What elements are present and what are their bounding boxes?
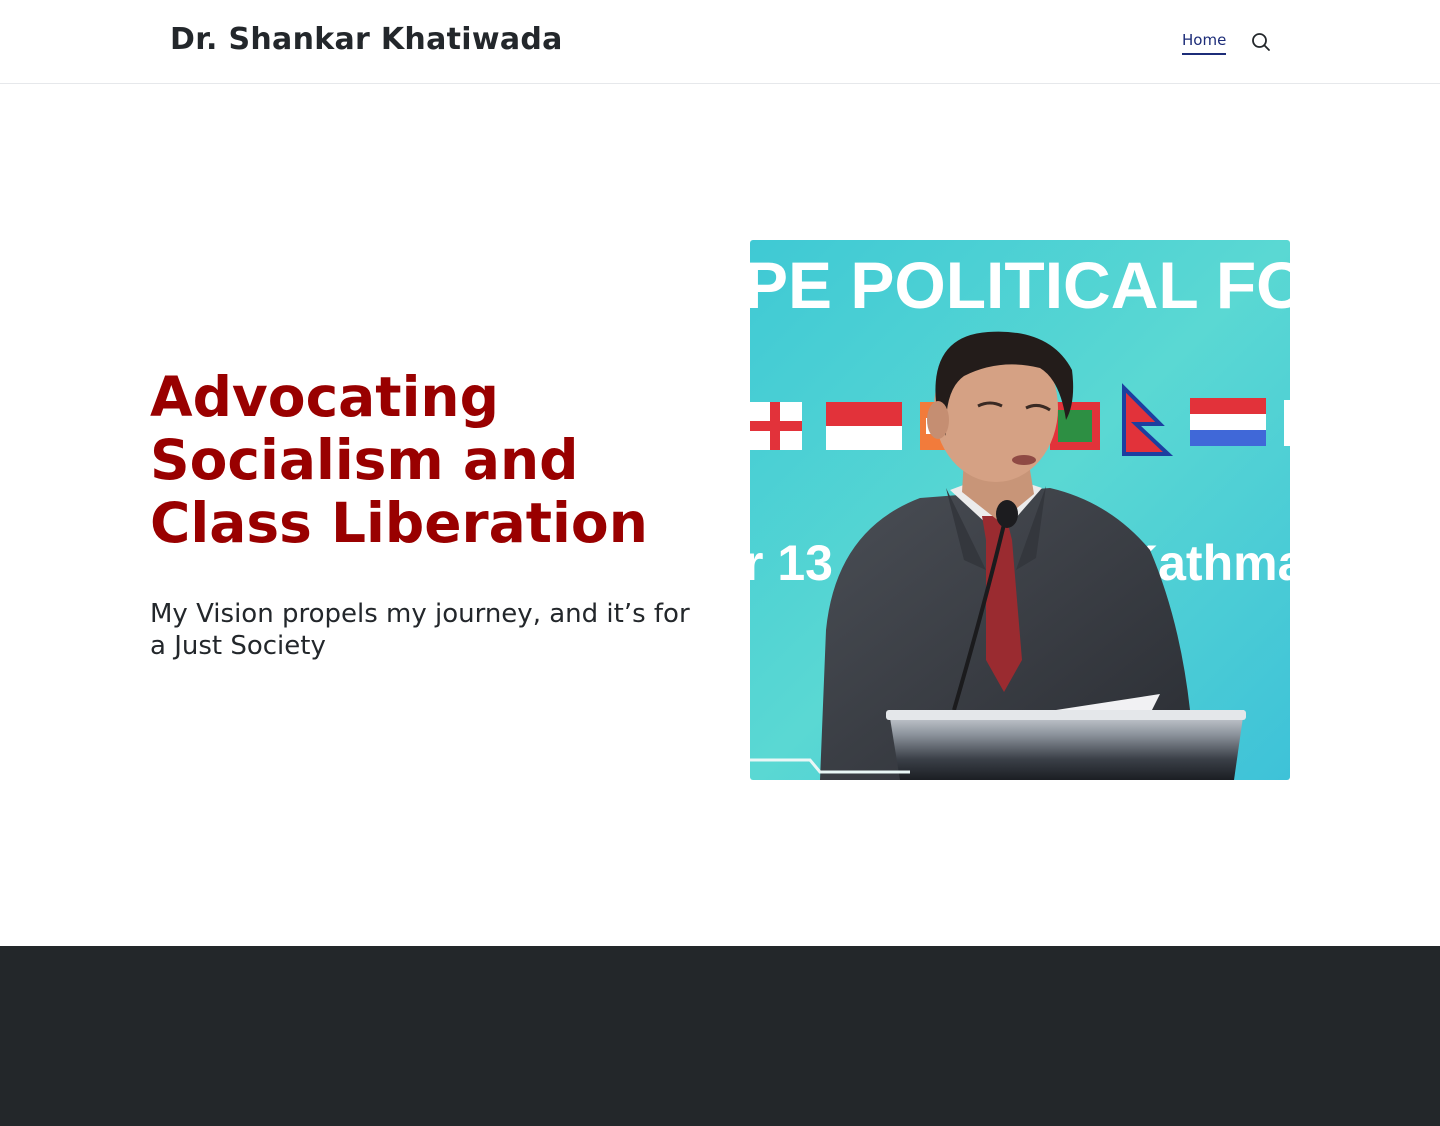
- search-button[interactable]: [1250, 31, 1272, 53]
- nav-link-home[interactable]: Home: [1182, 30, 1227, 55]
- hero-photo: PE POLITICAL FO r 13 Kathma: [750, 240, 1290, 780]
- banner-text-top: PE POLITICAL FO: [750, 248, 1290, 322]
- search-icon: [1252, 32, 1271, 51]
- main-nav: Home: [1182, 30, 1272, 55]
- podium: [886, 710, 1246, 780]
- hero-heading: Advocating Socialism and Class Liberatio…: [150, 365, 648, 555]
- hero-subheading: My Vision propels my journey, and it’s f…: [150, 599, 690, 661]
- banner-text-bottom-left: r 13: [750, 535, 833, 591]
- site-title[interactable]: Dr. Shankar Khatiwada: [170, 22, 563, 57]
- site-header: Dr. Shankar Khatiwada Home: [0, 0, 1440, 84]
- footer-band: [0, 946, 1440, 1126]
